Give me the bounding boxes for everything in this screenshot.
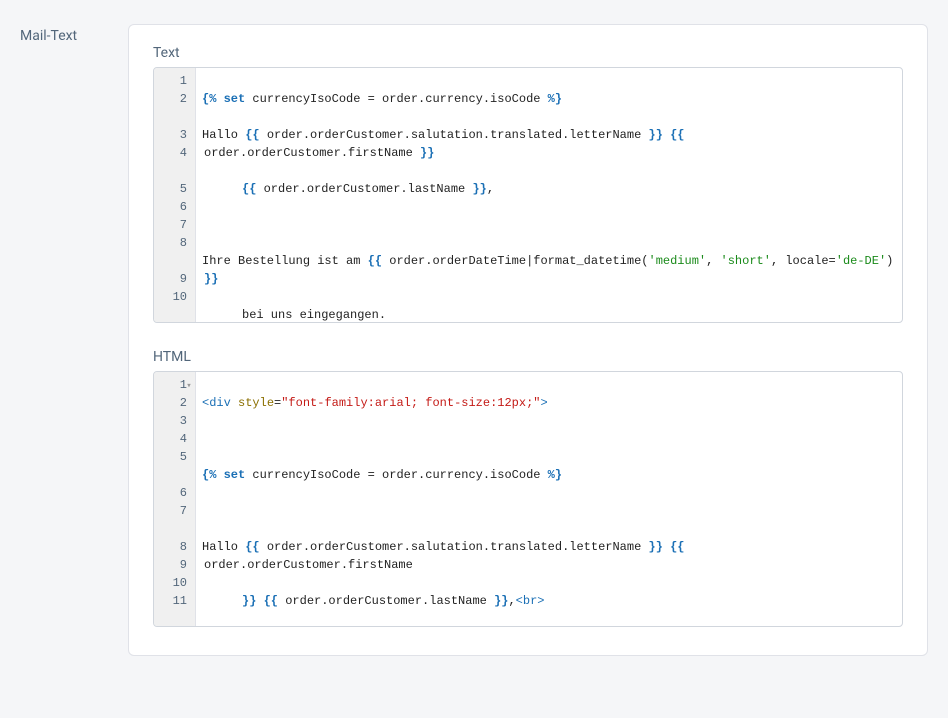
html-field-block: HTML ▾ 1 2 3 4 5 6 7 8 9 bbox=[153, 349, 903, 627]
text-code[interactable]: {% set currencyIsoCode = order.currency.… bbox=[196, 68, 902, 322]
fold-icon[interactable]: ▾ bbox=[184, 377, 194, 395]
html-field-label: HTML bbox=[153, 349, 903, 365]
section-label: Mail-Text bbox=[20, 24, 100, 656]
html-editor[interactable]: ▾ 1 2 3 4 5 6 7 8 9 10 11 bbox=[153, 371, 903, 627]
mail-text-card: Text 1 2 3 4 5 6 7 8 9 bbox=[128, 24, 928, 656]
html-editor-scroll[interactable]: ▾ 1 2 3 4 5 6 7 8 9 10 11 bbox=[154, 372, 902, 626]
text-gutter: 1 2 3 4 5 6 7 8 9 10 bbox=[154, 68, 196, 322]
text-editor[interactable]: 1 2 3 4 5 6 7 8 9 10 bbox=[153, 67, 903, 323]
text-editor-scroll[interactable]: 1 2 3 4 5 6 7 8 9 10 bbox=[154, 68, 902, 322]
html-code[interactable]: <div style="font-family:arial; font-size… bbox=[196, 372, 902, 626]
mail-text-section: Mail-Text Text 1 2 3 4 5 6 7 8 bbox=[0, 0, 948, 680]
text-field-block: Text 1 2 3 4 5 6 7 8 9 bbox=[153, 45, 903, 323]
text-field-label: Text bbox=[153, 45, 903, 61]
html-gutter: 1 2 3 4 5 6 7 8 9 10 11 12 bbox=[154, 372, 196, 626]
